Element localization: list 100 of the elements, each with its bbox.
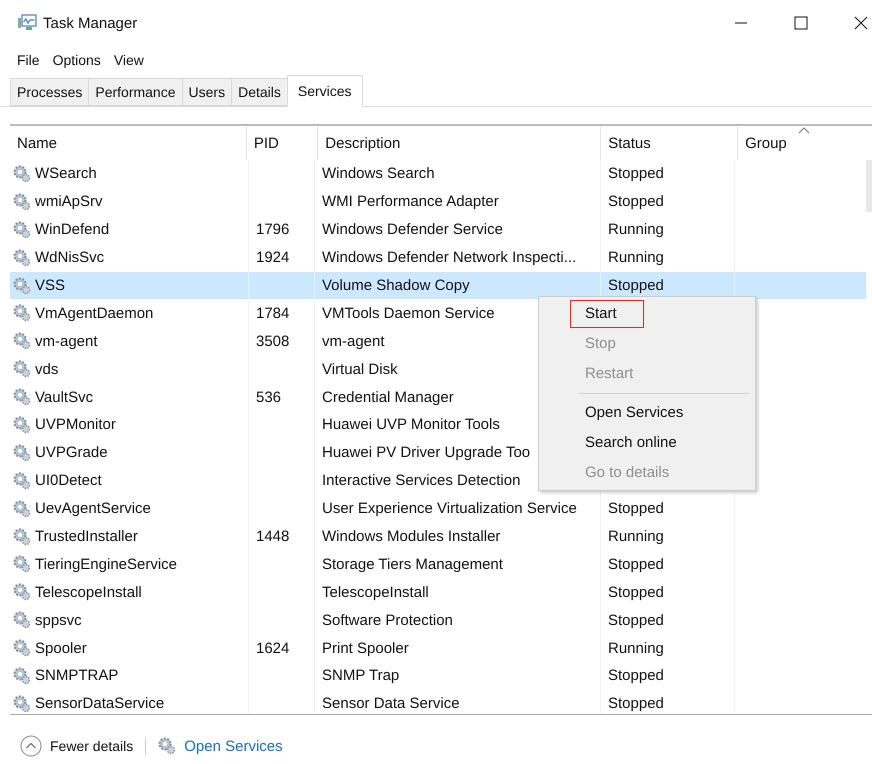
gear-icon	[13, 472, 31, 490]
description-cell: Print Spooler	[322, 640, 409, 657]
status-cell: Running	[608, 249, 664, 266]
table-row[interactable]: SensorDataService Sensor Data Service Stopped	[10, 690, 866, 714]
service-name: UI0Detect	[35, 472, 102, 490]
service-name: WdNisSvc	[35, 249, 104, 266]
table-row[interactable]: SNMPTRAP SNMP Trap Stopped	[10, 662, 866, 690]
sort-caret-icon	[798, 127, 810, 134]
gear-icon	[13, 500, 31, 518]
status-cell: Stopped	[608, 500, 664, 518]
table-row[interactable]: wmiApSrv WMI Performance Adapter Stopped	[10, 188, 866, 216]
gear-icon	[13, 583, 31, 602]
description-cell: Virtual Disk	[322, 360, 398, 378]
service-name: sppsvc	[35, 612, 82, 629]
pid-cell: 1924	[256, 249, 290, 266]
status-cell: Stopped	[608, 612, 664, 629]
menu-item[interactable]: File	[17, 52, 40, 68]
gear-icon	[13, 611, 31, 630]
status-cell: Stopped	[608, 165, 664, 182]
description-cell: Interactive Services Detection	[322, 472, 520, 490]
gear-icon	[13, 276, 31, 294]
description-cell: SNMP Trap	[322, 667, 400, 684]
tab[interactable]: Users	[182, 78, 232, 106]
monitor-icon	[17, 14, 37, 32]
description-cell: User Experience Virtualization Service	[322, 500, 577, 518]
table-row[interactable]: Spooler 1624 Print Spooler Running	[10, 634, 866, 662]
column-header[interactable]: Description	[317, 126, 600, 160]
gear-icon	[13, 555, 31, 574]
service-name: vm-agent	[35, 332, 98, 350]
service-name: UVPMonitor	[35, 416, 116, 434]
status-cell: Running	[608, 221, 664, 238]
service-name: SNMPTRAP	[35, 667, 118, 684]
table-row[interactable]: TrustedInstaller 1448 Windows Modules Installer Running	[10, 522, 866, 550]
description-cell: Windows Defender Service	[322, 221, 503, 238]
service-name: WSearch	[35, 165, 97, 182]
gear-icon	[13, 639, 31, 658]
table-row[interactable]: UevAgentService User Experience Virtualization Service Stopped	[10, 494, 866, 523]
menu-item[interactable]: Options	[52, 52, 101, 68]
description-cell: Sensor Data Service	[322, 695, 460, 712]
description-cell: TelescopeInstall	[322, 584, 429, 601]
description-cell: Windows Modules Installer	[322, 528, 500, 546]
description-cell: Credential Manager	[322, 388, 454, 406]
description-cell: WMI Performance Adapter	[322, 193, 499, 210]
gear-icon	[13, 416, 31, 434]
tab[interactable]: Performance	[88, 78, 182, 106]
table-row[interactable]: WSearch Windows Search Stopped	[10, 160, 866, 188]
service-name: VSS	[35, 277, 66, 294]
gear-icon	[13, 444, 31, 462]
status-cell: Stopped	[608, 667, 664, 684]
gear-icon	[13, 666, 31, 685]
column-header[interactable]: PID	[246, 126, 318, 160]
status-cell: Running	[608, 640, 664, 657]
service-name: vds	[35, 360, 58, 378]
selected-row[interactable]: VSS Volume Shadow Copy Stopped	[10, 272, 866, 300]
service-name: TelescopeInstall	[35, 584, 142, 601]
table-row[interactable]: TelescopeInstall TelescopeInstall Stopped	[10, 578, 866, 606]
fewer-details-button[interactable]: Fewer details	[20, 735, 134, 757]
gear-icon	[13, 164, 31, 183]
service-name: UevAgentService	[35, 500, 151, 518]
service-name: wmiApSrv	[35, 193, 103, 210]
description-cell: Storage Tiers Management	[322, 556, 503, 573]
gear-icon	[13, 694, 31, 713]
status-cell: Stopped	[608, 277, 664, 294]
column-header[interactable]: Name	[10, 126, 246, 160]
service-name: UVPGrade	[35, 444, 108, 462]
pid-cell: 1784	[256, 304, 290, 322]
description-cell: Windows Defender Network Inspecti...	[322, 249, 576, 266]
gear-icon	[13, 360, 31, 378]
context-menu-item[interactable]: Search online	[539, 428, 685, 458]
gear-icon	[13, 248, 31, 267]
close-icon[interactable]	[854, 16, 868, 30]
tab[interactable]: Services	[286, 75, 363, 107]
pid-cell: 536	[256, 388, 282, 406]
gear-icon	[13, 304, 31, 322]
context-menu-item[interactable]: Start	[571, 301, 643, 327]
table-row[interactable]: TieringEngineService Storage Tiers Management Stopped	[10, 550, 866, 578]
context-menu-item[interactable]: Open Services	[539, 398, 692, 428]
menu-item[interactable]: View	[114, 52, 144, 68]
service-name: TieringEngineService	[35, 556, 178, 573]
table-row[interactable]: WinDefend 1796 Windows Defender Service Running	[10, 216, 866, 244]
status-cell: Stopped	[608, 193, 664, 210]
column-header[interactable]: Status	[600, 126, 738, 160]
service-name: SensorDataService	[35, 695, 164, 712]
pid-cell: 1796	[256, 221, 290, 238]
service-name: TrustedInstaller	[35, 528, 138, 546]
service-name: WinDefend	[35, 221, 110, 238]
status-cell: Running	[608, 528, 664, 546]
pid-cell: 3508	[256, 332, 290, 350]
open-services-link[interactable]: Open Services	[184, 738, 283, 754]
service-name: Spooler	[35, 640, 87, 657]
gear-icon	[13, 528, 31, 546]
window-title: Task Manager	[43, 14, 138, 32]
collapse-icon	[20, 735, 42, 757]
description-cell: VMTools Daemon Service	[322, 304, 495, 322]
tab[interactable]: Details	[231, 78, 287, 106]
table-row[interactable]: sppsvc Software Protection Stopped	[10, 606, 866, 634]
tab[interactable]: Processes	[10, 78, 88, 106]
status-cell: Stopped	[608, 695, 664, 712]
gear-icon	[13, 332, 31, 350]
maximize-icon[interactable]	[794, 16, 808, 30]
